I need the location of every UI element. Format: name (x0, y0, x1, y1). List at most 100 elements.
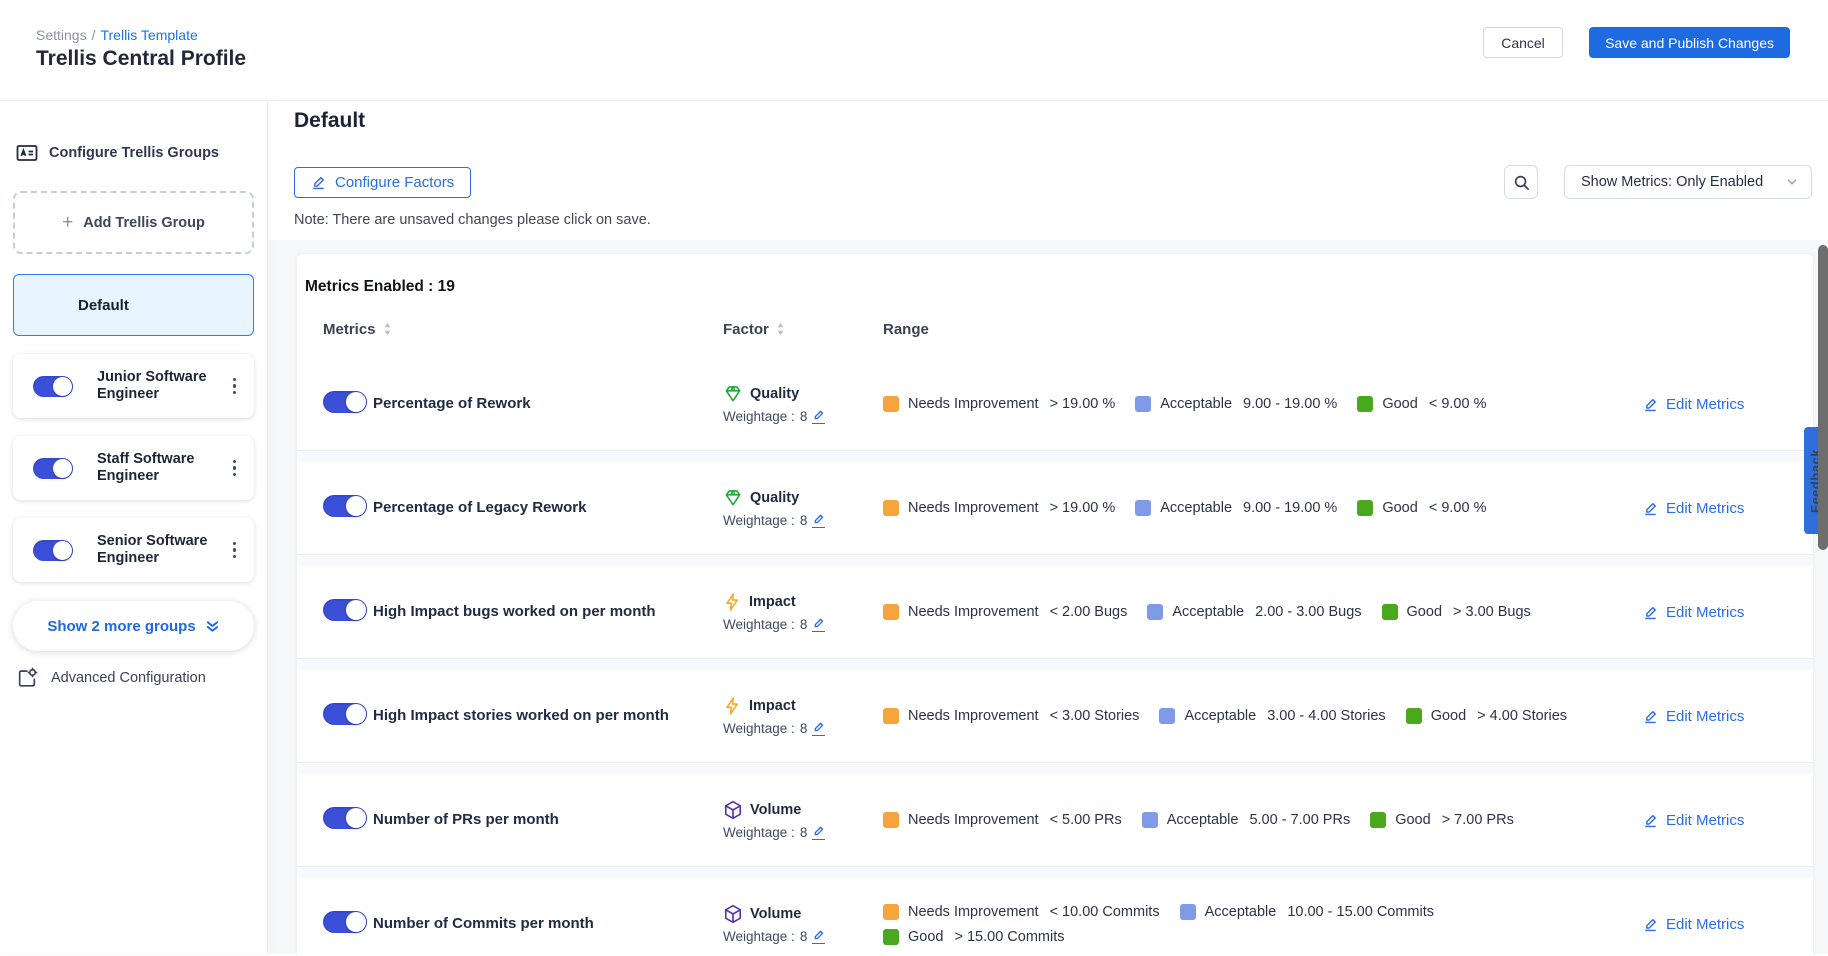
column-header-factor[interactable]: Factor (723, 321, 883, 338)
range-color-swatch (1370, 812, 1386, 828)
cancel-button[interactable]: Cancel (1483, 27, 1563, 58)
breadcrumb-settings[interactable]: Settings (36, 27, 87, 43)
edit-metrics-button[interactable]: Edit Metrics (1643, 396, 1813, 413)
range-chip-good: Good> 15.00 Commits (883, 929, 1065, 945)
range-chip-good: Good> 3.00 Bugs (1382, 604, 1531, 620)
range-color-swatch (883, 500, 899, 516)
table-header-row: Metrics Factor Range (297, 300, 1813, 358)
search-button[interactable] (1504, 165, 1538, 199)
range-value: 9.00 - 19.00 % (1243, 500, 1337, 516)
configure-factors-label: Configure Factors (335, 174, 454, 191)
advanced-configuration-button[interactable]: Advanced Configuration (13, 667, 254, 689)
edit-pencil-icon (1643, 397, 1658, 412)
weightage-value: 8 (800, 617, 808, 632)
factor-name: Quality (750, 490, 799, 506)
range-chip-acceptable: Acceptable3.00 - 4.00 Stories (1159, 708, 1385, 724)
save-and-publish-button[interactable]: Save and Publish Changes (1589, 27, 1790, 58)
edit-weightage-icon[interactable] (812, 929, 825, 944)
range-label: Acceptable (1205, 904, 1277, 920)
range-value: > 4.00 Stories (1477, 708, 1567, 724)
group-toggle[interactable] (33, 540, 73, 561)
show-more-groups-button[interactable]: Show 2 more groups (13, 601, 254, 651)
edit-metrics-button[interactable]: Edit Metrics (1643, 916, 1813, 933)
add-trellis-group-button[interactable]: + Add Trellis Group (13, 191, 254, 254)
configure-factors-button[interactable]: Configure Factors (294, 167, 471, 198)
sidebar-item-staff-software-engineer[interactable]: Staff Software Engineer (13, 436, 254, 500)
toggle-knob (346, 496, 366, 516)
metric-enabled-toggle[interactable] (323, 599, 367, 621)
show-metrics-dropdown[interactable]: Show Metrics: Only Enabled (1564, 165, 1812, 199)
range-label: Needs Improvement (908, 396, 1039, 412)
range-value: < 9.00 % (1429, 396, 1487, 412)
chevron-down-icon (1785, 175, 1799, 189)
range-color-swatch (1135, 396, 1151, 412)
volume-cube-icon (723, 800, 743, 820)
edit-metrics-button[interactable]: Edit Metrics (1643, 812, 1813, 829)
metric-name: Percentage of Legacy Rework (373, 499, 586, 516)
metric-row-number-of-prs: Number of PRs per month Volume Weightage… (297, 774, 1813, 866)
edit-metrics-label: Edit Metrics (1666, 708, 1744, 725)
sidebar-item-default[interactable]: Default (13, 274, 254, 336)
kebab-menu-icon[interactable] (229, 374, 241, 399)
toggle-knob (53, 459, 72, 478)
range-label: Good (1431, 708, 1466, 724)
metric-enabled-toggle[interactable] (323, 911, 367, 933)
group-toggle[interactable] (33, 458, 73, 479)
range-color-swatch (1142, 812, 1158, 828)
default-group-label: Default (78, 297, 129, 314)
group-label: Junior Software Engineer (97, 369, 221, 403)
cancel-label: Cancel (1501, 35, 1545, 51)
metric-row-percentage-of-legacy-rework: Percentage of Legacy Rework Quality Weig… (297, 462, 1813, 554)
impact-lightning-icon (723, 592, 742, 612)
metric-enabled-toggle[interactable] (323, 703, 367, 725)
toggle-knob (346, 704, 366, 724)
trellis-groups-card-icon (15, 141, 39, 165)
metric-enabled-toggle[interactable] (323, 495, 367, 517)
advanced-configuration-icon (16, 667, 38, 689)
sort-icon[interactable] (383, 322, 392, 336)
metric-name: Number of Commits per month (373, 915, 594, 932)
main-header: Default Configure Factors Note: There ar… (269, 101, 1828, 240)
vertical-scrollbar-thumb[interactable] (1818, 245, 1828, 550)
sidebar-item-senior-software-engineer[interactable]: Senior Software Engineer (13, 518, 254, 582)
range-label: Good (1407, 604, 1442, 620)
weightage-value: 8 (800, 513, 808, 528)
configure-trellis-groups-header: Configure Trellis Groups (13, 141, 254, 165)
range-label: Acceptable (1184, 708, 1256, 724)
metric-enabled-toggle[interactable] (323, 391, 367, 413)
sort-icon[interactable] (776, 322, 785, 336)
edit-metrics-button[interactable]: Edit Metrics (1643, 708, 1813, 725)
edit-metrics-button[interactable]: Edit Metrics (1643, 500, 1813, 517)
breadcrumb-trellis-template[interactable]: Trellis Template (100, 27, 197, 43)
weightage-value: 8 (800, 825, 808, 840)
edit-metrics-button[interactable]: Edit Metrics (1643, 604, 1813, 621)
range-color-swatch (883, 604, 899, 620)
range-color-swatch (1180, 904, 1196, 920)
weightage-label: Weightage : (723, 513, 795, 528)
edit-weightage-icon[interactable] (812, 825, 825, 840)
edit-weightage-icon[interactable] (812, 721, 825, 736)
column-header-metrics[interactable]: Metrics (323, 321, 723, 338)
range-chip-acceptable: Acceptable9.00 - 19.00 % (1135, 500, 1337, 516)
edit-weightage-icon[interactable] (812, 617, 825, 632)
group-toggle[interactable] (33, 376, 73, 397)
metrics-enabled-count: Metrics Enabled : 19 (297, 254, 1813, 296)
range-chip-acceptable: Acceptable2.00 - 3.00 Bugs (1147, 604, 1361, 620)
edit-weightage-icon[interactable] (812, 409, 825, 424)
edit-metrics-label: Edit Metrics (1666, 500, 1744, 517)
selected-group-title: Default (294, 109, 365, 133)
metrics-column-label: Metrics (323, 321, 376, 338)
kebab-menu-icon[interactable] (229, 456, 241, 481)
edit-weightage-icon[interactable] (812, 513, 825, 528)
weightage-value: 8 (800, 409, 808, 424)
advanced-configuration-label: Advanced Configuration (51, 670, 206, 686)
toggle-knob (346, 392, 366, 412)
range-chip-needs-improvement: Needs Improvement< 2.00 Bugs (883, 604, 1127, 620)
plus-icon: + (62, 212, 73, 234)
kebab-menu-icon[interactable] (229, 538, 241, 563)
sidebar-item-junior-software-engineer[interactable]: Junior Software Engineer (13, 354, 254, 418)
column-header-range: Range (883, 321, 1583, 338)
edit-pencil-icon (311, 175, 326, 190)
edit-metrics-label: Edit Metrics (1666, 604, 1744, 621)
metric-enabled-toggle[interactable] (323, 807, 367, 829)
